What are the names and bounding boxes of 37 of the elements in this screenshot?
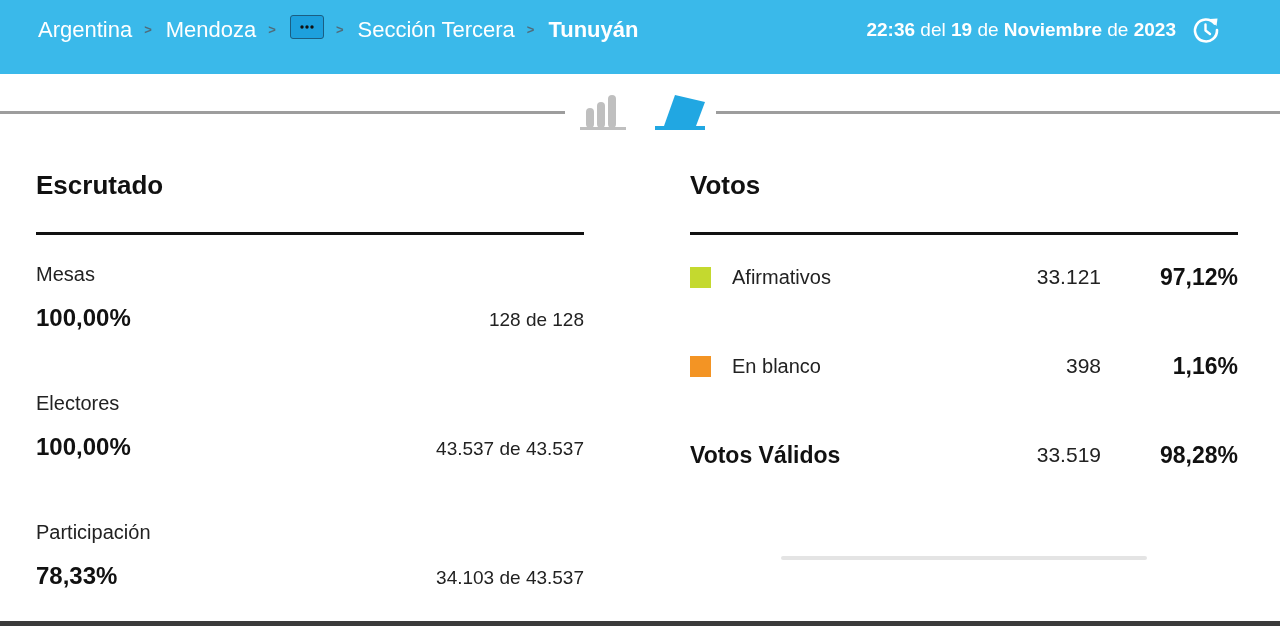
stat-count: 34.103 de 43.537 <box>436 566 584 590</box>
option-label: Afirmativos <box>732 265 831 289</box>
breadcrumb-link[interactable]: Argentina <box>38 17 133 43</box>
breadcrumb-separator: > <box>526 22 535 38</box>
ballot-box-icon <box>654 94 705 130</box>
stat-count: 128 de 128 <box>488 308 584 332</box>
vote-count: 33.519 <box>1036 443 1101 467</box>
chart-view-tab[interactable] <box>579 94 626 130</box>
section-title: Votos <box>690 170 761 200</box>
ballot-view-tab[interactable] <box>654 94 705 130</box>
vote-count: 33.121 <box>1036 265 1101 289</box>
breadcrumb-separator: > <box>144 22 152 38</box>
bar-chart-icon <box>579 94 626 130</box>
stat-label: Mesas <box>36 262 95 286</box>
clock-refresh-icon <box>1192 16 1220 44</box>
more-breadcrumb-button[interactable] <box>289 15 324 39</box>
vote-percent: 1,16% <box>1172 352 1238 380</box>
current-breadcrumb[interactable]: Tunuyán <box>548 17 639 43</box>
option-label: En blanco <box>732 354 821 378</box>
last-update-time: 22:36 del 19 de Noviembre de 2023 <box>866 18 1176 42</box>
vote-count: 398 <box>1065 354 1101 378</box>
stat-label: Electores <box>36 391 120 415</box>
stat-count: 43.537 de 43.537 <box>436 437 584 461</box>
breadcrumb-separator: > <box>335 22 344 38</box>
breadcrumb-link[interactable]: Mendoza <box>165 17 257 43</box>
vote-percent: 97,12% <box>1160 263 1238 291</box>
section-title: Escrutado <box>36 170 164 200</box>
total-label: Votos Válidos <box>690 441 841 469</box>
refresh-button[interactable] <box>1192 16 1220 44</box>
stat-percent: 100,00% <box>36 433 131 461</box>
more-icon <box>299 25 314 29</box>
vote-percent: 98,28% <box>1160 441 1238 469</box>
stat-percent: 100,00% <box>36 304 131 332</box>
breadcrumb-link[interactable]: Sección Tercera <box>357 17 515 43</box>
stat-label: Participación <box>36 520 151 544</box>
stat-percent: 78,33% <box>36 562 118 590</box>
breadcrumb-separator: > <box>268 22 276 38</box>
